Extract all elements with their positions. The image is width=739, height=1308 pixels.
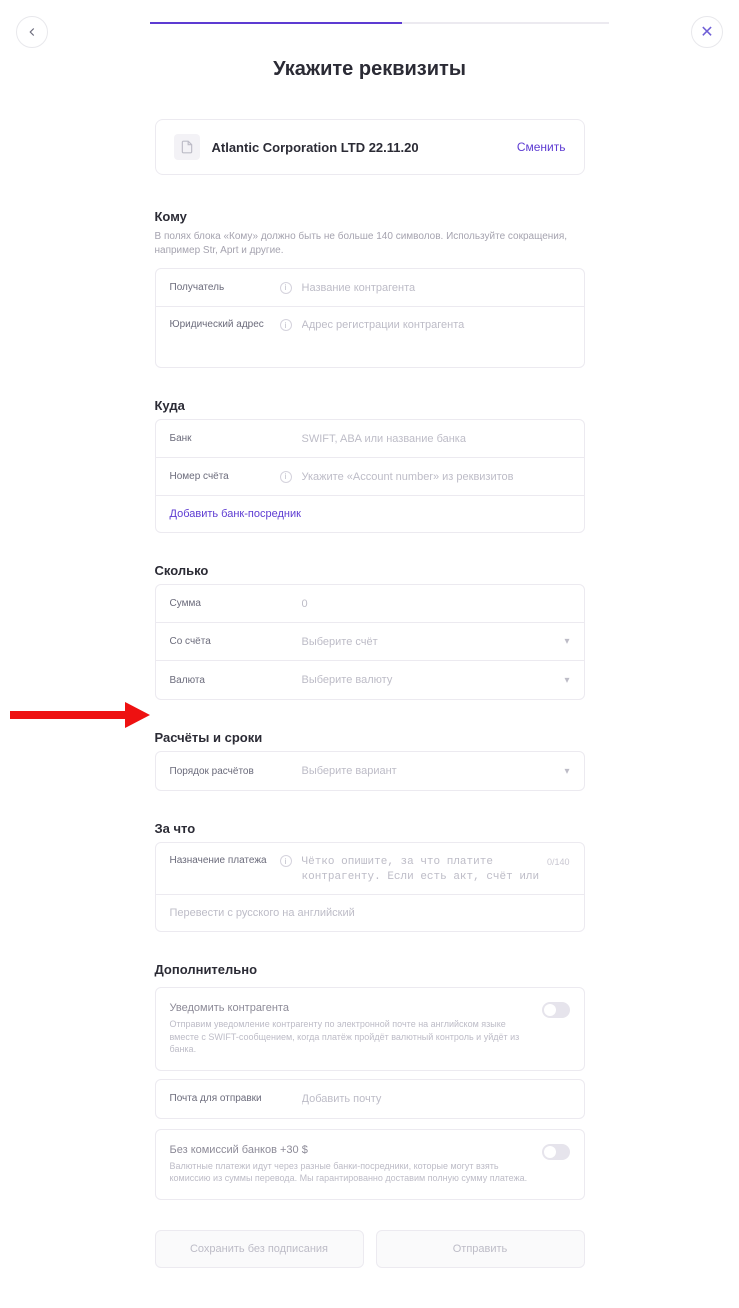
purpose-label: Назначение платежа <box>170 855 280 866</box>
section-purpose: За что Назначение платежа i 0/140 Переве… <box>155 821 585 932</box>
legal-address-input[interactable] <box>302 319 570 331</box>
section-hint: В полях блока «Кому» должно быть не боль… <box>155 230 585 258</box>
email-row: Почта для отправки <box>156 1080 584 1118</box>
order-label: Порядок расчётов <box>170 766 280 777</box>
account-label: Номер счёта <box>170 471 280 482</box>
order-select[interactable] <box>302 765 570 777</box>
section-title: Расчёты и сроки <box>155 730 585 745</box>
bank-label: Банк <box>170 433 280 444</box>
document-icon <box>174 134 200 160</box>
bank-row: Банк <box>156 420 584 458</box>
section-title: Дополнительно <box>155 962 585 977</box>
translate-link[interactable]: Перевести с русского на английский <box>156 895 584 931</box>
info-icon[interactable]: i <box>280 282 292 294</box>
back-button[interactable] <box>16 16 48 48</box>
bank-input[interactable] <box>302 433 570 445</box>
fee-desc: Валютные платежи идут через разные банки… <box>170 1160 532 1185</box>
email-label: Почта для отправки <box>170 1093 280 1104</box>
notify-toggle[interactable] <box>542 1002 570 1018</box>
footer-buttons: Сохранить без подписания Отправить <box>155 1230 585 1268</box>
info-icon[interactable]: i <box>280 319 292 331</box>
char-count: 0/140 <box>547 857 570 867</box>
amount-label: Сумма <box>170 598 280 609</box>
change-company-link[interactable]: Сменить <box>517 140 566 154</box>
info-icon[interactable]: i <box>280 471 292 483</box>
section-settlements: Расчёты и сроки Порядок расчётов ▾ <box>155 730 585 791</box>
currency-label: Валюта <box>170 675 280 686</box>
page-title: Укажите реквизиты <box>155 58 585 81</box>
recipient-row: Получатель i <box>156 269 584 307</box>
chevron-down-icon: ▾ <box>564 766 569 777</box>
chevron-down-icon: ▾ <box>564 675 569 686</box>
purpose-input[interactable] <box>302 855 570 886</box>
legal-address-row: Юридический адрес i <box>156 307 584 367</box>
section-destination: Куда Банк Номер счёта i Добавить банк-по… <box>155 398 585 533</box>
fee-card: Без комиссий банков +30 $ Валютные плате… <box>155 1129 585 1200</box>
section-additional: Дополнительно Уведомить контрагента Отпр… <box>155 962 585 1200</box>
notify-card: Уведомить контрагента Отправим уведомлен… <box>155 987 585 1071</box>
from-account-row[interactable]: Со счёта ▾ <box>156 623 584 661</box>
recipient-input[interactable] <box>302 282 570 294</box>
currency-row[interactable]: Валюта ▾ <box>156 661 584 699</box>
email-input[interactable] <box>302 1093 570 1105</box>
from-account-label: Со счёта <box>170 636 280 647</box>
amount-row: Сумма <box>156 585 584 623</box>
fee-title: Без комиссий банков +30 $ <box>170 1144 532 1156</box>
order-row[interactable]: Порядок расчётов ▾ <box>156 752 584 790</box>
currency-select[interactable] <box>302 674 570 686</box>
fee-toggle[interactable] <box>542 1144 570 1160</box>
company-card: Atlantic Corporation LTD 22.11.20 Сменит… <box>155 119 585 175</box>
progress-bar <box>150 22 609 24</box>
add-intermediary-link[interactable]: Добавить банк-посредник <box>156 496 584 532</box>
section-title: Кому <box>155 209 585 224</box>
section-amount: Сколько Сумма Со счёта ▾ Валюта ▾ <box>155 563 585 700</box>
notify-title: Уведомить контрагента <box>170 1002 532 1014</box>
chevron-down-icon: ▾ <box>564 636 569 647</box>
account-row: Номер счёта i <box>156 458 584 496</box>
section-title: Куда <box>155 398 585 413</box>
recipient-label: Получатель <box>170 282 280 293</box>
info-icon[interactable]: i <box>280 855 292 867</box>
section-recipient: Кому В полях блока «Кому» должно быть не… <box>155 209 585 368</box>
section-title: За что <box>155 821 585 836</box>
purpose-row: Назначение платежа i 0/140 <box>156 843 584 895</box>
close-button[interactable]: ✕ <box>691 16 723 48</box>
send-button[interactable]: Отправить <box>376 1230 585 1268</box>
legal-address-label: Юридический адрес <box>170 319 280 330</box>
account-input[interactable] <box>302 471 570 483</box>
from-account-select[interactable] <box>302 636 570 648</box>
save-draft-button[interactable]: Сохранить без подписания <box>155 1230 364 1268</box>
company-name: Atlantic Corporation LTD 22.11.20 <box>212 140 505 155</box>
annotation-arrow <box>10 700 150 730</box>
section-title: Сколько <box>155 563 585 578</box>
progress-fill <box>150 22 402 24</box>
amount-input[interactable] <box>302 598 570 610</box>
